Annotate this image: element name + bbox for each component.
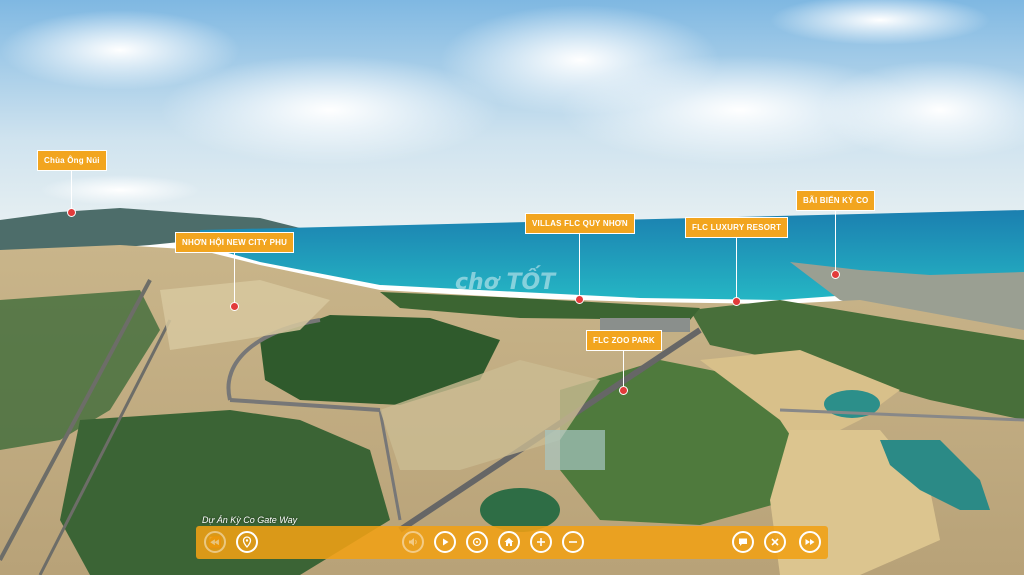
pin-stem <box>579 234 581 296</box>
pin-marker-icon <box>831 270 841 279</box>
pin-chua-ong-nui[interactable]: Chùa Ông Núi <box>37 150 107 217</box>
close-button[interactable] <box>764 531 786 553</box>
fast-forward-icon <box>805 539 815 545</box>
play-button[interactable] <box>434 531 456 553</box>
pin-bai-bien-ky-co[interactable]: BÃI BIỂN KỲ CO <box>796 190 876 279</box>
chat-icon <box>739 538 747 546</box>
location-button[interactable] <box>236 531 258 553</box>
zoom-in-icon <box>537 538 545 546</box>
rewind-icon: ⏪ <box>208 535 222 549</box>
zoom-out-button[interactable] <box>562 531 584 553</box>
fast-forward-button[interactable] <box>799 531 821 553</box>
zoom-in-button[interactable] <box>530 531 552 553</box>
viewer-toolbar: ⏪ <box>196 526 828 559</box>
rotate-button[interactable] <box>466 531 488 553</box>
pin-label: NHƠN HỘI NEW CITY PHU <box>175 232 295 253</box>
pin-flc-zoo-park[interactable]: FLC ZOO PARK <box>586 330 662 395</box>
home-icon <box>504 537 514 546</box>
chat-button[interactable] <box>732 531 754 553</box>
rewind-button[interactable]: ⏪ <box>204 531 226 553</box>
play-icon <box>443 538 449 546</box>
pin-villas-flc[interactable]: VILLAS FLC QUY NHƠN <box>525 213 635 304</box>
pin-marker-icon <box>575 295 585 304</box>
pin-stem <box>71 171 73 209</box>
pin-label: FLC LUXURY RESORT <box>685 217 789 238</box>
project-title: Dự Án Kỳ Co Gate Way <box>202 515 298 525</box>
volume-icon <box>409 538 417 546</box>
pin-marker-icon <box>67 208 77 217</box>
close-icon <box>771 538 779 546</box>
pin-flc-luxury-resort[interactable]: FLC LUXURY RESORT <box>685 217 789 306</box>
pin-marker-icon <box>732 297 742 306</box>
home-button[interactable] <box>498 531 520 553</box>
location-icon <box>242 536 252 548</box>
pin-label: VILLAS FLC QUY NHƠN <box>525 213 635 234</box>
rotate-icon <box>472 537 482 547</box>
pin-marker-icon <box>619 386 629 395</box>
pin-label: Chùa Ông Núi <box>37 150 107 171</box>
pin-label: FLC ZOO PARK <box>586 330 662 351</box>
pin-stem <box>736 238 738 298</box>
pin-stem <box>623 351 625 387</box>
pin-stem <box>234 253 236 303</box>
volume-button[interactable] <box>402 531 424 553</box>
pin-label: BÃI BIỂN KỲ CO <box>796 190 876 211</box>
zoom-out-icon <box>569 541 577 543</box>
pin-stem <box>835 211 837 271</box>
pin-nhon-hoi[interactable]: NHƠN HỘI NEW CITY PHU <box>175 232 295 311</box>
pin-marker-icon <box>230 302 240 311</box>
